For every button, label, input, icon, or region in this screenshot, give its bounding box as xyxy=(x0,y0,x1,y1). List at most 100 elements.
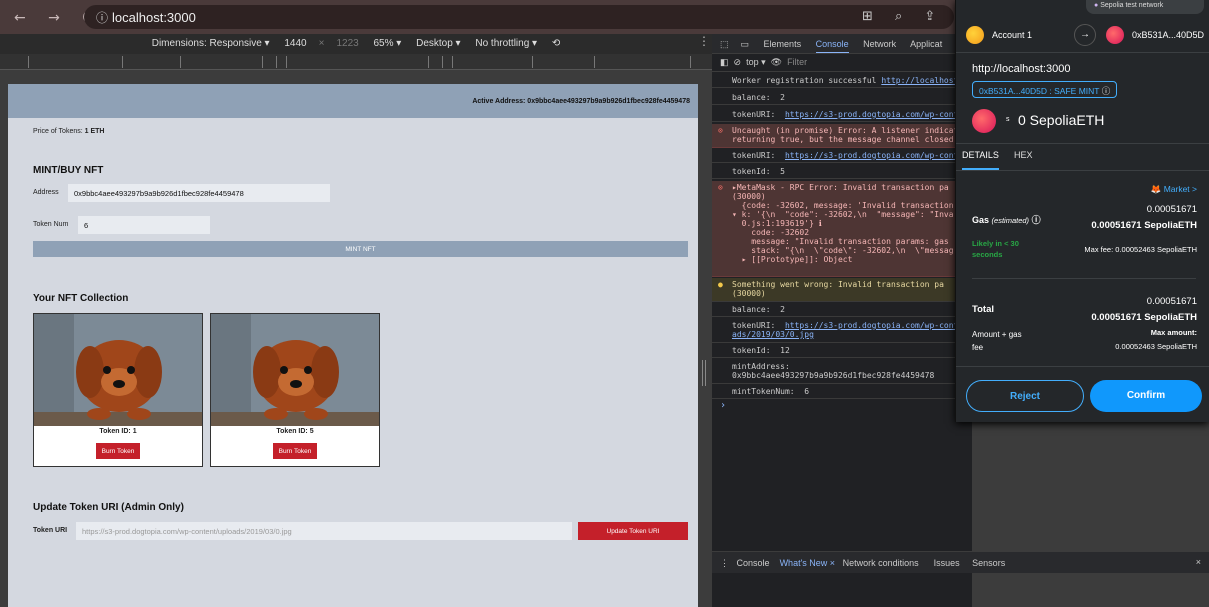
sidebar-icon[interactable]: ◧ xyxy=(720,57,729,67)
tab-console[interactable]: Console xyxy=(815,39,849,53)
drawer-tab-whats-new[interactable]: What's New × xyxy=(780,558,836,568)
ruler-tick xyxy=(532,56,533,68)
divider xyxy=(956,366,1209,367)
warning-icon: ● xyxy=(718,280,723,289)
network-pill[interactable]: ● Sepolia test network xyxy=(1086,0,1204,14)
mint-heading: MINT/BUY NFT xyxy=(33,165,104,176)
tab-network[interactable]: Network xyxy=(863,39,896,49)
console-line: balance: 2 xyxy=(712,303,972,317)
device-toggle-icon[interactable]: ▭ xyxy=(741,39,750,49)
dimensions-select[interactable]: Dimensions: Responsive ▾ xyxy=(152,38,270,49)
info-icon[interactable]: ⓘ xyxy=(1032,215,1041,225)
console-text: tokenURI: xyxy=(732,321,785,330)
puppy-image xyxy=(34,314,202,426)
token-avatar xyxy=(972,109,996,133)
contract-text: 0xB531A...40D5D : SAFE MINT xyxy=(979,86,1100,96)
price-row: Price of Tokens: 1 ETH xyxy=(33,128,104,135)
price-label: Price of Tokens: xyxy=(33,128,83,135)
more-menu-icon[interactable]: ⋮ xyxy=(698,34,710,48)
divider xyxy=(956,52,1209,53)
tab-hex[interactable]: HEX xyxy=(1014,150,1033,160)
ruler-tick xyxy=(428,56,429,68)
drawer-menu-icon[interactable]: ⋮ xyxy=(720,558,729,568)
eye-icon[interactable]: 👁 xyxy=(771,57,782,67)
max-fee: Max fee: 0.00052463 SepoliaETH xyxy=(1084,245,1197,254)
metamask-popup: ● Sepolia test network Account 1 → 0xB53… xyxy=(955,0,1209,422)
ruler-tick xyxy=(122,56,123,68)
console-line: tokenURI: https://s3-prod.dogtopia.com/w… xyxy=(712,108,972,122)
console-line: mintTokenNum: 6 xyxy=(712,385,972,399)
account-from: Account 1 xyxy=(992,30,1033,40)
ruler-tick xyxy=(442,56,443,68)
ruler-tick xyxy=(452,56,453,68)
times-sign: × xyxy=(318,38,325,49)
address-label: Address xyxy=(33,189,59,196)
drawer-tab-issues[interactable]: Issues xyxy=(934,558,960,568)
console-text: tokenURI: xyxy=(732,110,785,119)
throttle-select[interactable]: No throttling ▾ xyxy=(475,38,537,49)
error-icon: ⊗ xyxy=(718,126,723,135)
zoom-select[interactable]: 65% ▾ xyxy=(374,38,402,49)
gas-value-eth: 0.00051671 SepoliaETH xyxy=(1091,220,1197,231)
market-link[interactable]: 🦊 Market > xyxy=(1151,184,1197,195)
resize-handle[interactable] xyxy=(702,360,706,386)
contract-pill[interactable]: 0xB531A...40D5D : SAFE MINT ⓘ xyxy=(972,81,1118,98)
console-text: Worker registration successful xyxy=(732,76,882,85)
nft-image xyxy=(211,314,379,426)
tab-elements[interactable]: Elements xyxy=(764,39,802,49)
address-bar[interactable]: ⓘ localhost:3000 xyxy=(84,5,954,29)
console-line: tokenURI: https://s3-prod.dogtopia.com/w… xyxy=(712,319,972,343)
update-token-uri-button[interactable]: Update Token URI xyxy=(578,522,688,540)
console-line: Worker registration successful http://lo… xyxy=(712,74,972,88)
console-error[interactable]: ⊗ ▸MetaMask - RPC Error: Invalid transact… xyxy=(712,181,972,277)
console-text: ▸MetaMask - RPC Error: Invalid transacti… xyxy=(732,183,954,264)
divider xyxy=(956,170,1209,171)
rotate-icon[interactable]: ⟲ xyxy=(552,38,560,49)
ruler-tick xyxy=(28,56,29,68)
console-line: balance: 2 xyxy=(712,91,972,105)
ruler-tick xyxy=(180,56,181,68)
clear-icon[interactable]: ⊘ xyxy=(734,57,742,67)
console-line: tokenURI: https://s3-prod.dogtopia.com/w… xyxy=(712,149,972,163)
url-text[interactable]: localhost:3000 xyxy=(112,10,196,25)
price-value: 1 ETH xyxy=(84,128,105,135)
console-link[interactable]: https://s3-prod.dogtopia.com/wp-cont xyxy=(785,151,958,160)
market-text[interactable]: Market > xyxy=(1164,184,1197,194)
gas-label-text: Gas xyxy=(972,215,990,225)
ruler-tick xyxy=(262,56,263,68)
tab-application[interactable]: Applicat xyxy=(910,39,942,49)
close-drawer-icon[interactable]: × xyxy=(1196,557,1201,567)
drawer-tab-network-conditions[interactable]: Network conditions xyxy=(843,558,919,568)
inspect-icon[interactable]: ⬚ xyxy=(720,39,729,49)
max-amount-label: Max amount: xyxy=(1150,328,1197,337)
account-to: 0xB531A...40D5D xyxy=(1132,30,1205,40)
info-icon[interactable]: ⓘ xyxy=(96,11,108,25)
drawer-tab-sensors[interactable]: Sensors xyxy=(972,558,1005,568)
console-link[interactable]: http://localhost xyxy=(881,76,958,85)
filter-input[interactable]: Filter xyxy=(787,57,807,67)
tab-details[interactable]: DETAILS xyxy=(962,150,999,170)
device-type-select[interactable]: Desktop ▾ xyxy=(416,38,460,49)
account-avatar xyxy=(966,26,984,44)
context-select[interactable]: top ▾ xyxy=(746,57,766,67)
origin-url: http://localhost:3000 xyxy=(972,63,1071,75)
address-input[interactable]: 0x9bbc4aee493297b9a9b926d1fbec928fe44594… xyxy=(68,184,330,202)
amount-value: 0 SepoliaETH xyxy=(1018,112,1105,128)
reject-button[interactable]: Reject xyxy=(966,380,1084,412)
burn-token-button[interactable]: Burn Token xyxy=(96,443,140,459)
mint-nft-button[interactable]: MINT NFT xyxy=(33,241,688,257)
amount-gas-fee: Amount + gas fee xyxy=(972,330,1022,352)
burn-token-button[interactable]: Burn Token xyxy=(273,443,317,459)
console-toolbar: ◧ ⊘ top ▾ 👁 Filter xyxy=(712,54,972,72)
token-uri-input[interactable]: https://s3-prod.dogtopia.com/wp-content/… xyxy=(76,522,572,540)
console-line: tokenId: 12 xyxy=(712,344,972,358)
width-input[interactable]: 1440 xyxy=(284,38,306,49)
confirm-button[interactable]: Confirm xyxy=(1090,380,1202,412)
console-prompt[interactable]: › xyxy=(720,400,726,411)
height-input[interactable]: 1223 xyxy=(336,38,358,49)
console-link[interactable]: https://s3-prod.dogtopia.com/wp-cont xyxy=(785,110,958,119)
gas-estimated: (estimated) xyxy=(991,216,1030,225)
total-value: 0.00051671 xyxy=(1146,296,1197,307)
drawer-tab-console[interactable]: Console xyxy=(737,558,770,568)
token-num-input[interactable]: 6 xyxy=(78,216,210,234)
